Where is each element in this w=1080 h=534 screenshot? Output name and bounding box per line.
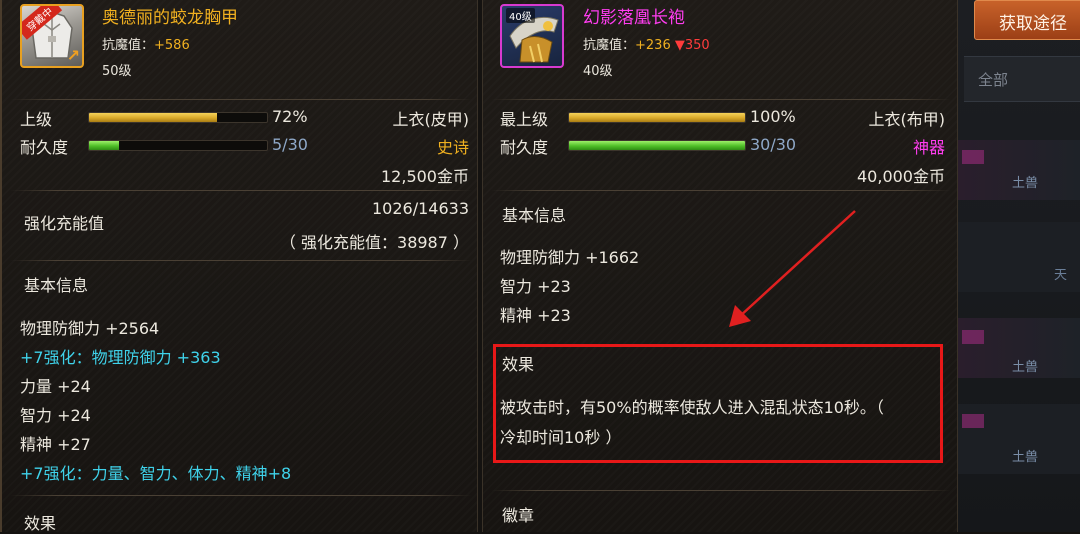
magic-resist: 抗魔值：+586 [102, 34, 190, 53]
stat-line: +7强化：力量、智力、体力、精神+8 [20, 464, 292, 483]
durability-bar [88, 140, 268, 151]
level-badge: 40级 [506, 8, 535, 23]
effect-text: 被攻击时，有50%的概率使敌人进入混乱状态10秒。（ [500, 398, 884, 417]
magic-resist-label: 抗魔值： [583, 38, 636, 53]
enhance-note: （ 强化充能值：38987 ） [279, 233, 469, 252]
item-name: 奥德丽的蛟龙胸甲 [102, 8, 238, 28]
equipped-item-panel: 穿戴中 ↗ 奥德丽的蛟龙胸甲 抗魔值：+586 50级 上级 72% 上衣(皮甲… [0, 0, 478, 533]
list-item[interactable]: 土兽 [958, 140, 1080, 200]
effect-text: 冷却时间10秒 ） [500, 428, 622, 447]
basic-info-title: 基本信息 [502, 206, 567, 225]
divider [491, 190, 951, 191]
effect-title: 效果 [24, 514, 57, 533]
magic-resist-value: +586 [154, 38, 190, 53]
tab-all-label: 全部 [978, 71, 1009, 89]
basic-info-title: 基本信息 [24, 276, 89, 295]
emblem-title: 徽章 [502, 506, 535, 525]
list-item[interactable]: 土兽 [958, 318, 1080, 378]
list-item-label: 天 [1054, 268, 1068, 283]
enhance-label: 强化充能值 [24, 214, 105, 233]
durability-bar [568, 140, 746, 151]
magic-resist-diff: ▼350 [674, 38, 710, 53]
list-item-label: 土兽 [1012, 176, 1039, 191]
divider [10, 99, 472, 100]
stat-line: 力量 +24 [20, 377, 91, 396]
upgrade-arrow-icon: ↗ [66, 46, 80, 65]
enhance-progress: 1026/14633 [371, 199, 469, 218]
list-item-label: 土兽 [1012, 450, 1039, 465]
stat-line: 精神 +27 [20, 435, 91, 454]
magic-resist: 抗魔值：+236 ▼350 [583, 34, 710, 53]
compared-item-icon[interactable]: 40级 [500, 4, 564, 68]
equipped-item-icon[interactable]: 穿戴中 ↗ [20, 4, 84, 68]
price: 12,500金币 [381, 167, 469, 186]
acquire-button-label: 获取途径 [999, 14, 1067, 34]
item-name: 幻影落凰长袍 [583, 8, 685, 28]
slot-type: 上衣(皮甲) [392, 110, 470, 129]
item-tag-icon [962, 330, 984, 344]
magic-resist-value: +236 [635, 38, 671, 53]
divider [491, 99, 951, 100]
durability-label: 耐久度 [20, 138, 69, 157]
list-item-label: 土兽 [1012, 360, 1039, 375]
durability-value: 30/30 [750, 135, 797, 154]
slot-type: 上衣(布甲) [868, 110, 946, 129]
compared-item-panel: 40级 幻影落凰长袍 抗魔值：+236 ▼350 40级 最上级 100% 上衣… [482, 0, 958, 532]
item-tag-icon [962, 414, 984, 428]
stat-line: +7强化：物理防御力 +363 [20, 348, 221, 367]
durability-label: 耐久度 [500, 138, 549, 157]
stat-line: 精神 +23 [500, 306, 571, 325]
stat-line: 物理防御力 +1662 [500, 248, 640, 267]
rarity: 神器 [912, 138, 945, 157]
durability-bar-fill [89, 141, 119, 150]
durability-bar-fill [569, 141, 745, 150]
divider [10, 260, 472, 261]
stat-line: 物理防御力 +2564 [20, 319, 160, 338]
magic-resist-label: 抗魔值： [102, 38, 155, 53]
grade-bar-fill [569, 113, 745, 122]
item-level: 40级 [583, 64, 613, 79]
list-item[interactable]: 天 [958, 222, 1080, 292]
stat-line: 智力 +23 [500, 277, 571, 296]
grade-percent: 100% [750, 107, 796, 126]
stat-line: 智力 +24 [20, 406, 91, 425]
price: 40,000金币 [857, 167, 945, 186]
grade-bar [568, 112, 746, 123]
item-tag-icon [962, 150, 984, 164]
divider [491, 490, 951, 491]
effect-title: 效果 [502, 355, 535, 374]
grade-label: 最上级 [500, 110, 549, 129]
grade-bar [88, 112, 268, 123]
list-item[interactable]: 土兽 [958, 404, 1080, 474]
acquire-button[interactable]: 获取途径 [974, 0, 1080, 40]
annotation-arrow-icon [729, 210, 856, 327]
grade-label: 上级 [20, 110, 53, 129]
durability-value: 5/30 [272, 135, 308, 154]
grade-percent: 72% [272, 107, 308, 126]
divider [10, 190, 472, 191]
item-level: 50级 [102, 64, 132, 79]
tab-all[interactable]: 全部 [964, 56, 1080, 102]
grade-bar-fill [89, 113, 218, 122]
rarity: 史诗 [436, 138, 469, 157]
divider [10, 495, 472, 496]
side-panel: 获取途径 全部 土兽 天 土兽 土兽 [958, 0, 1080, 532]
